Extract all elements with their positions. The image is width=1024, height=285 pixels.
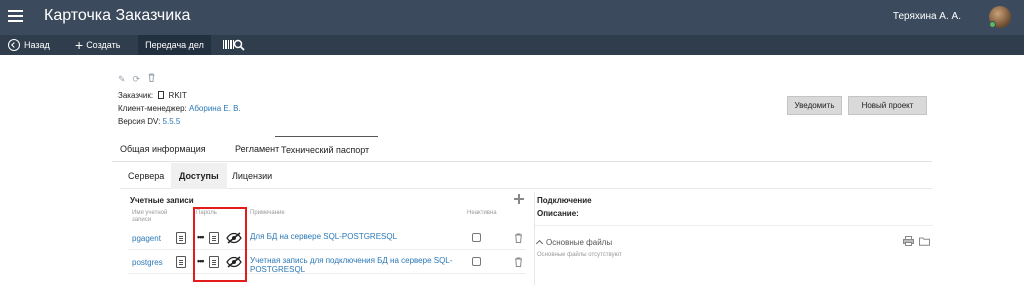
copy-icon[interactable] xyxy=(176,232,186,244)
notify-button[interactable]: Уведомить xyxy=(787,96,842,115)
customer-row: Заказчик: RKIT xyxy=(118,90,187,100)
new-project-button[interactable]: Новый проект xyxy=(848,96,927,115)
column-header-note: Примечание xyxy=(250,210,285,216)
subtab-access[interactable]: Доступы xyxy=(171,163,227,189)
table-row: pgagent ••• Для БД на сервере SQL-POSTGR… xyxy=(128,228,526,250)
eye-off-icon[interactable] xyxy=(226,232,242,244)
account-note-link[interactable]: Учетная запись для подключения БД на сер… xyxy=(250,256,460,274)
inactive-checkbox[interactable] xyxy=(472,233,481,242)
page-title: Карточка Заказчика xyxy=(44,7,191,24)
menu-icon[interactable] xyxy=(8,10,23,23)
column-header-inactive: Неактивна xyxy=(467,210,497,216)
create-button[interactable]: + Создать xyxy=(75,35,120,55)
chevron-up-icon xyxy=(535,239,544,248)
accounts-panel: Учетные записи Имя учетной записи Пароль… xyxy=(128,192,526,285)
customer-label: Заказчик: xyxy=(118,91,154,100)
online-status-icon xyxy=(989,21,996,28)
subtab-licenses[interactable]: Лицензии xyxy=(224,163,280,189)
edit-icon[interactable]: ✎ xyxy=(118,75,127,84)
version-link[interactable]: 5.5.5 xyxy=(163,117,181,126)
description-label: Описание: xyxy=(537,209,579,218)
card-actions: ✎ ⟳ xyxy=(118,73,159,84)
plus-icon: + xyxy=(75,36,84,53)
refresh-icon[interactable]: ⟳ xyxy=(133,75,142,84)
trash-icon[interactable] xyxy=(514,233,523,243)
accounts-title: Учетные записи xyxy=(130,196,194,205)
document-icon xyxy=(158,90,165,99)
account-name-link[interactable]: pgagent xyxy=(132,234,161,243)
version-label: Версия DV: xyxy=(118,117,161,126)
delete-icon[interactable] xyxy=(147,73,156,82)
app-header: Карточка Заказчика Теряхина А. А. xyxy=(0,0,1024,35)
back-button[interactable]: Назад xyxy=(8,35,50,55)
version-row: Версия DV: 5.5.5 xyxy=(118,117,180,126)
print-icon[interactable] xyxy=(903,236,915,246)
transfer-button[interactable]: Передача дел xyxy=(138,35,211,55)
password-mask: ••• xyxy=(197,256,205,266)
inactive-checkbox[interactable] xyxy=(472,257,481,266)
add-account-icon[interactable] xyxy=(514,194,524,204)
table-row: postgres ••• Учетная запись для подключе… xyxy=(128,252,526,274)
barcode-search-icon[interactable] xyxy=(222,35,246,55)
subtab-servers[interactable]: Сервера xyxy=(120,163,172,189)
files-actions xyxy=(901,236,930,248)
files-label: Основные файлы xyxy=(546,238,613,247)
manager-row: Клиент-менеджер: Аборина Е. В. xyxy=(118,104,241,113)
tab-technical-passport[interactable]: Технический паспорт xyxy=(275,136,378,162)
copy-icon[interactable] xyxy=(176,256,186,268)
back-icon xyxy=(8,38,20,51)
back-label: Назад xyxy=(24,40,50,50)
copy-password-icon[interactable] xyxy=(209,232,219,244)
password-mask: ••• xyxy=(197,232,205,242)
column-header-password: Пароль xyxy=(196,210,217,216)
folder-icon[interactable] xyxy=(919,236,930,246)
files-empty-text: Основные файлы отсутствуют xyxy=(537,252,622,258)
tab-general[interactable]: Общая информация xyxy=(114,136,212,162)
main-tabs: Общая информация Регламент Технический п… xyxy=(112,136,932,162)
create-label: Создать xyxy=(86,40,121,50)
manager-link[interactable]: Аборина Е. В. xyxy=(189,104,241,113)
customer-value: RKIT xyxy=(168,91,187,100)
account-name-link[interactable]: postgres xyxy=(132,258,163,267)
avatar[interactable] xyxy=(989,6,1011,28)
connection-title: Подключение xyxy=(537,196,592,205)
connection-panel: Подключение Описание: Основные файлы Осн… xyxy=(534,192,933,285)
divider xyxy=(535,225,933,226)
account-note-link[interactable]: Для БД на сервере SQL-POSTGRESQL xyxy=(250,232,460,241)
column-header-name: Имя учетной записи xyxy=(132,210,168,223)
copy-password-icon[interactable] xyxy=(209,256,219,268)
trash-icon[interactable] xyxy=(514,257,523,267)
files-section-toggle[interactable]: Основные файлы xyxy=(535,238,613,248)
sub-tabs: Сервера Доступы Лицензии xyxy=(120,163,932,189)
user-name[interactable]: Теряхина А. А. xyxy=(893,11,961,22)
eye-off-icon[interactable] xyxy=(226,256,242,268)
toolbar: Назад + Создать Передача дел xyxy=(0,35,1024,55)
manager-label: Клиент-менеджер: xyxy=(118,104,187,113)
